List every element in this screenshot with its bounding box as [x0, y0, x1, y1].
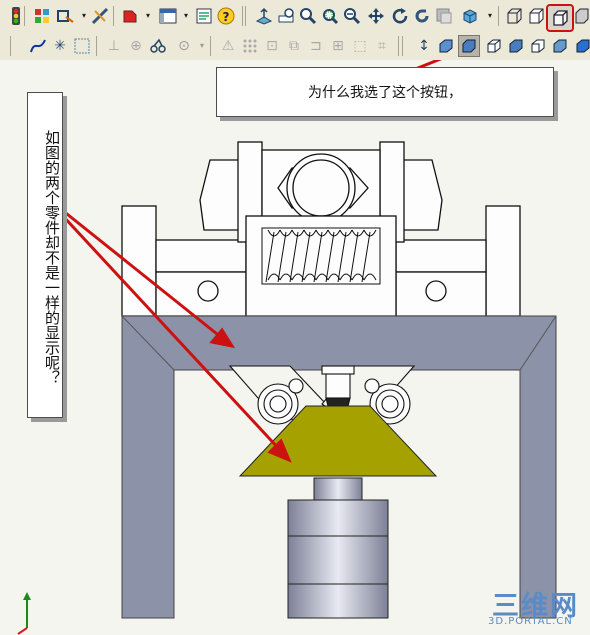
zoom-area-icon[interactable]	[320, 6, 340, 26]
zoom-out-icon[interactable]	[342, 6, 362, 26]
properties-icon[interactable]	[194, 6, 214, 26]
hidden-lines-removed-button[interactable]	[546, 4, 574, 32]
refresh-icon[interactable]	[412, 6, 432, 26]
relation-icon[interactable]: ⊕	[126, 36, 146, 56]
measure-icon[interactable]	[90, 6, 110, 26]
pan-icon[interactable]	[366, 6, 386, 26]
dimension-icon[interactable]: ⊥	[104, 36, 124, 56]
shaded-icon[interactable]	[572, 6, 590, 26]
dropdown-arrow-icon[interactable]: ▾	[176, 6, 196, 26]
dropdown-arrow-icon[interactable]: ▾	[480, 6, 500, 26]
move-icon[interactable]: ⬚	[350, 36, 370, 56]
convert-icon[interactable]: ⊞	[328, 36, 348, 56]
normal-to-icon[interactable]	[254, 6, 274, 26]
rendering-icon[interactable]	[550, 36, 570, 56]
dropdown-arrow-icon[interactable]: ▾	[138, 6, 158, 26]
shaded-edges-icon[interactable]	[436, 36, 456, 56]
grid-icon[interactable]	[72, 36, 92, 56]
extend-icon[interactable]: ⊐	[306, 36, 326, 56]
help-icon[interactable]: ?	[216, 6, 236, 26]
spline-icon[interactable]	[28, 36, 48, 56]
perspective-icon[interactable]	[484, 36, 504, 56]
hidden-lines-visible-icon[interactable]	[526, 6, 546, 26]
pattern-icon[interactable]	[240, 36, 260, 56]
shadow-icon[interactable]	[506, 36, 526, 56]
shaded-icon	[462, 39, 476, 53]
point-icon[interactable]: ✳	[50, 36, 70, 56]
callout-box: 为什么我选了这个按钮，	[216, 67, 554, 117]
worm-screw	[261, 227, 381, 285]
standard-toolbar: ▾ ▾ ▾ ? ▾	[0, 0, 590, 33]
svg-text:?: ?	[223, 10, 230, 24]
offset-icon[interactable]: ⊡	[262, 36, 282, 56]
graphics-area	[0, 60, 590, 635]
section-view-icon[interactable]	[528, 36, 548, 56]
circle-icon[interactable]: ⊙	[174, 36, 194, 56]
dropdown-arrow-icon[interactable]: ▾	[192, 36, 212, 56]
palette-icon[interactable]	[32, 6, 52, 26]
trim-icon[interactable]: ⧉	[284, 36, 304, 56]
rotate-icon[interactable]	[390, 6, 410, 26]
zoom-fit-icon[interactable]	[276, 6, 296, 26]
traffic-light-icon[interactable]	[6, 6, 26, 26]
sketch-toolbar: ✳ ⊥ ⊕ ⊙ ▾ ⚠ ⊡ ⧉ ⊐ ⊞ ⬚ ⌗ ↕	[0, 32, 590, 61]
shaded-button[interactable]	[458, 35, 480, 57]
warning-icon[interactable]: ⚠	[218, 36, 238, 56]
normal-arrow-icon[interactable]: ↕	[414, 36, 434, 56]
display-icon[interactable]	[158, 6, 178, 26]
watermark-logo: 三维网 3D.PORTAL.CN	[478, 584, 588, 632]
display-style-icon[interactable]	[572, 36, 590, 56]
view-orientation-icon[interactable]	[460, 6, 480, 26]
section-icon[interactable]	[434, 6, 454, 26]
mirror-icon[interactable]	[148, 36, 168, 56]
wireframe-icon[interactable]	[504, 6, 524, 26]
side-note-text: 如图的两个零件却不是一样的显示呢？	[43, 130, 61, 385]
scale-icon[interactable]	[56, 6, 76, 26]
hidden-lines-removed-icon	[553, 10, 568, 26]
watermark-url: 3D.PORTAL.CN	[488, 616, 573, 627]
side-note: 如图的两个零件却不是一样的显示呢？	[27, 92, 63, 418]
color-icon[interactable]	[120, 6, 140, 26]
callout-text: 为什么我选了这个按钮，	[308, 85, 462, 101]
zoom-in-icon[interactable]	[298, 6, 318, 26]
rotate-entities-icon[interactable]: ⌗	[372, 36, 392, 56]
